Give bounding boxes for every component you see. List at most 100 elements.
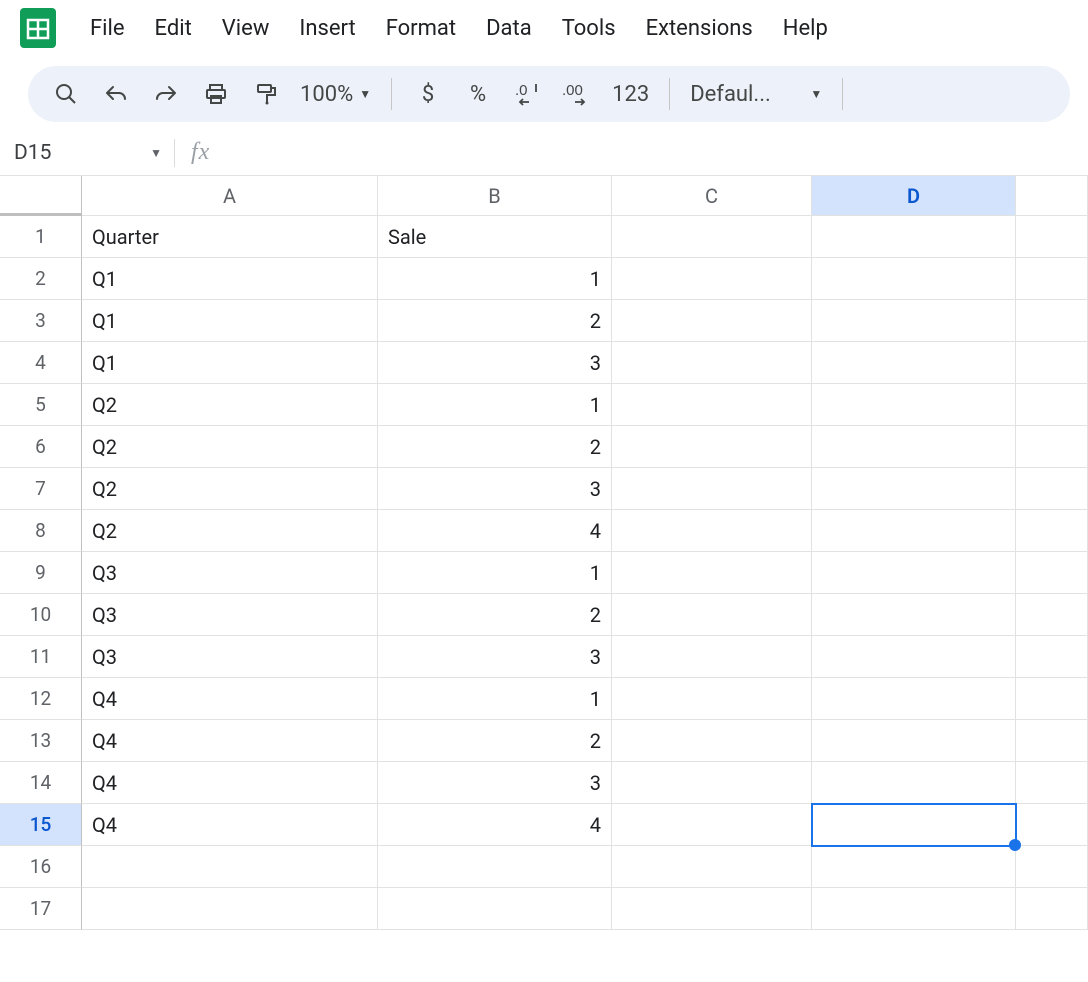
cell[interactable] [812, 678, 1016, 720]
cell[interactable] [1016, 384, 1088, 426]
cell[interactable] [1016, 342, 1088, 384]
cell[interactable] [612, 384, 812, 426]
row-header[interactable]: 16 [0, 846, 82, 888]
cell[interactable] [378, 846, 612, 888]
cell[interactable]: 3 [378, 762, 612, 804]
column-header[interactable]: D [812, 176, 1016, 216]
cell[interactable] [612, 594, 812, 636]
column-header[interactable]: A [82, 176, 378, 216]
cell[interactable] [1016, 468, 1088, 510]
cell[interactable] [612, 342, 812, 384]
cell[interactable]: 4 [378, 510, 612, 552]
cell[interactable]: Q2 [82, 384, 378, 426]
row-header[interactable]: 15 [0, 804, 82, 846]
column-header[interactable] [1016, 176, 1088, 216]
cell[interactable] [1016, 888, 1088, 930]
cell[interactable] [812, 594, 1016, 636]
cell[interactable] [1016, 300, 1088, 342]
cell[interactable] [1016, 594, 1088, 636]
row-header[interactable]: 8 [0, 510, 82, 552]
cell[interactable]: 1 [378, 384, 612, 426]
menu-format[interactable]: Format [372, 10, 470, 47]
cell[interactable]: Quarter [82, 216, 378, 258]
row-header[interactable]: 5 [0, 384, 82, 426]
cell[interactable] [612, 426, 812, 468]
cell[interactable] [612, 678, 812, 720]
cell[interactable] [612, 510, 812, 552]
row-header[interactable]: 2 [0, 258, 82, 300]
cell[interactable]: Q1 [82, 342, 378, 384]
cell[interactable]: Q2 [82, 468, 378, 510]
cell[interactable] [812, 510, 1016, 552]
cell[interactable] [812, 804, 1016, 846]
cell[interactable]: 3 [378, 468, 612, 510]
cell[interactable] [812, 384, 1016, 426]
menu-file[interactable]: File [76, 10, 139, 47]
cell[interactable] [1016, 678, 1088, 720]
format-percent-button[interactable]: % [458, 74, 498, 114]
cell[interactable] [612, 846, 812, 888]
cell[interactable] [1016, 762, 1088, 804]
cell[interactable] [1016, 258, 1088, 300]
cell[interactable]: Q4 [82, 720, 378, 762]
row-header[interactable]: 13 [0, 720, 82, 762]
cell[interactable] [612, 804, 812, 846]
column-header[interactable]: B [378, 176, 612, 216]
row-header[interactable]: 1 [0, 216, 82, 258]
menu-insert[interactable]: Insert [285, 10, 369, 47]
cell[interactable] [1016, 804, 1088, 846]
cell[interactable]: 1 [378, 678, 612, 720]
menu-data[interactable]: Data [472, 10, 546, 47]
cell[interactable]: Sale [378, 216, 612, 258]
cell[interactable]: Q4 [82, 678, 378, 720]
decrease-decimal-button[interactable]: .0 [508, 74, 548, 114]
cell[interactable] [612, 468, 812, 510]
cell[interactable] [1016, 426, 1088, 468]
cell[interactable] [812, 342, 1016, 384]
menu-tools[interactable]: Tools [548, 10, 630, 47]
cell[interactable] [612, 762, 812, 804]
menu-help[interactable]: Help [769, 10, 842, 47]
cell[interactable]: 4 [378, 804, 612, 846]
cell[interactable]: 2 [378, 426, 612, 468]
cell[interactable]: Q3 [82, 594, 378, 636]
zoom-dropdown[interactable]: 100% ▼ [296, 82, 375, 107]
undo-button[interactable] [96, 74, 136, 114]
format-currency-button[interactable]: $ [408, 74, 448, 114]
cell[interactable] [378, 888, 612, 930]
cell[interactable]: Q3 [82, 552, 378, 594]
row-header[interactable]: 4 [0, 342, 82, 384]
cell[interactable]: 2 [378, 300, 612, 342]
cell[interactable]: 3 [378, 636, 612, 678]
cell[interactable] [612, 636, 812, 678]
cell[interactable] [812, 720, 1016, 762]
cell[interactable]: 3 [378, 342, 612, 384]
cell[interactable] [1016, 216, 1088, 258]
cell[interactable] [812, 636, 1016, 678]
cell[interactable] [812, 846, 1016, 888]
cell[interactable] [612, 552, 812, 594]
print-button[interactable] [196, 74, 236, 114]
select-all-corner[interactable] [0, 176, 82, 216]
row-header[interactable]: 7 [0, 468, 82, 510]
cell[interactable]: 2 [378, 594, 612, 636]
increase-decimal-button[interactable]: .00 [558, 74, 598, 114]
cell[interactable] [1016, 846, 1088, 888]
name-box[interactable]: D15 ▼ [14, 141, 174, 165]
cell[interactable] [82, 888, 378, 930]
cell[interactable] [812, 552, 1016, 594]
cell[interactable] [812, 258, 1016, 300]
cell[interactable]: Q1 [82, 258, 378, 300]
cell[interactable] [612, 216, 812, 258]
cell[interactable] [1016, 552, 1088, 594]
cell[interactable]: 1 [378, 258, 612, 300]
cell[interactable] [612, 888, 812, 930]
paint-format-button[interactable] [246, 74, 286, 114]
cell[interactable] [1016, 720, 1088, 762]
search-button[interactable] [46, 74, 86, 114]
row-header[interactable]: 17 [0, 888, 82, 930]
cell[interactable] [1016, 636, 1088, 678]
cell[interactable]: Q4 [82, 762, 378, 804]
cell[interactable]: Q4 [82, 804, 378, 846]
menu-edit[interactable]: Edit [141, 10, 206, 47]
